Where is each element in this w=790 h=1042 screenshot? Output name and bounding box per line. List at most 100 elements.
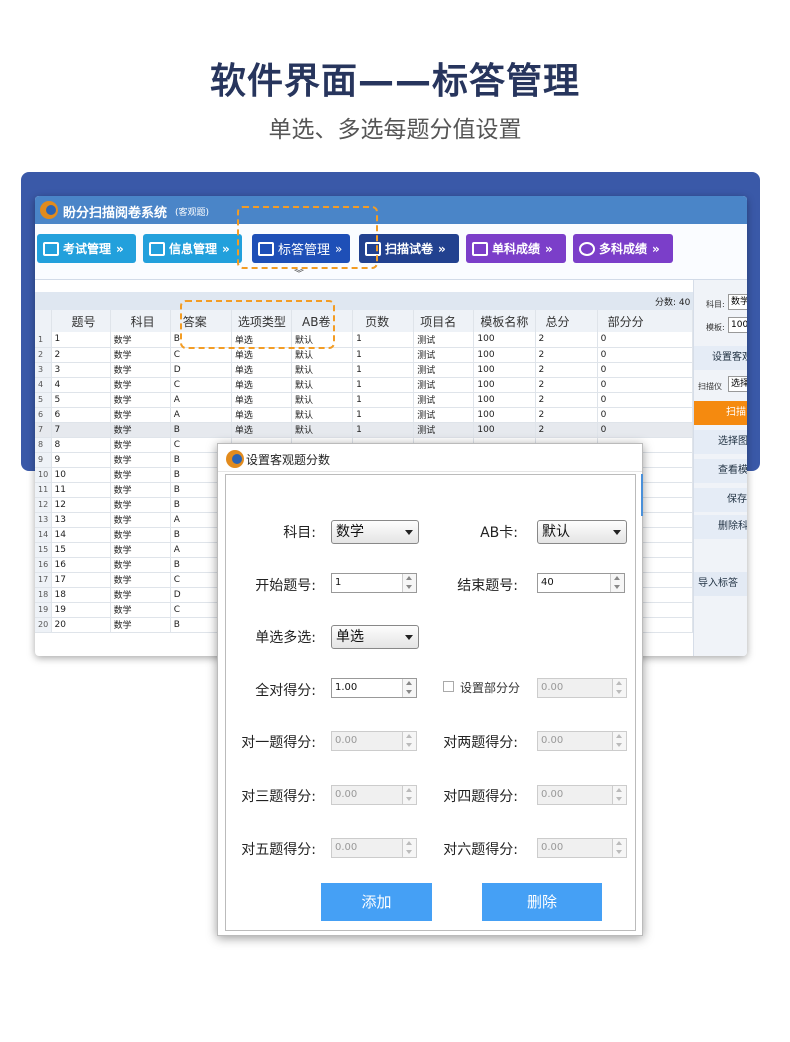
nav-exam-management[interactable]: 考试管理 » [37, 234, 136, 263]
spin-arrows-icon[interactable] [402, 574, 416, 592]
import-answers-button[interactable]: 导入标答 [694, 572, 747, 596]
nav-info-management[interactable]: 信息管理 » [143, 234, 242, 263]
view-template-button[interactable]: 查看模 [694, 459, 747, 483]
subject-select[interactable]: 数学 [728, 294, 747, 310]
save-button[interactable]: 保存 [694, 488, 747, 512]
spin-arrows-icon[interactable] [612, 839, 626, 857]
one-correct-stepper[interactable]: 0.00 [331, 731, 417, 751]
table-cell: 单选 [231, 407, 293, 423]
row-number: 10 [35, 467, 52, 483]
app-titlebar: 盼分扫描阅卷系统 (客观题) [35, 196, 747, 224]
partial-score-checkbox[interactable] [443, 681, 454, 692]
template-select[interactable]: 100 [728, 317, 747, 333]
stepper-value: 1.00 [335, 682, 358, 693]
row-number: 6 [35, 407, 52, 423]
row-number: 14 [35, 527, 52, 543]
table-cell: 1 [352, 362, 415, 378]
stepper-value: 0.00 [541, 735, 564, 746]
spin-arrows-icon[interactable] [612, 679, 626, 697]
end-number-stepper[interactable]: 40 [537, 573, 625, 593]
row-number: 5 [35, 392, 52, 408]
table-cell: 15 [51, 542, 111, 558]
table-row[interactable]: 6 6 数学 A 单选 默认 1 测试 100 2 0 [35, 407, 694, 423]
delete-subject-button[interactable]: 删除科 [694, 515, 747, 539]
table-cell: 3 [51, 362, 111, 378]
row-number: 11 [35, 482, 52, 498]
table-cell: 数学 [110, 467, 171, 483]
row-number: 4 [35, 377, 52, 393]
table-cell: 测试 [413, 332, 475, 348]
six-correct-stepper[interactable]: 0.00 [537, 838, 627, 858]
end-number-label: 结束题号: [457, 578, 518, 594]
column-header: 页数 [352, 310, 415, 332]
table-cell: 100 [473, 332, 536, 348]
spin-arrows-icon[interactable] [610, 574, 624, 592]
table-cell: 1 [352, 407, 415, 423]
table-cell: 测试 [413, 377, 475, 393]
delete-button[interactable]: 删除 [482, 883, 602, 921]
nav-multi-subject-scores[interactable]: 多科成绩 » [573, 234, 673, 263]
table-row[interactable]: 1 1 数学 B 单选 默认 1 测试 100 2 0 [35, 332, 694, 348]
nav-label: 单科成绩 [492, 242, 541, 256]
table-row[interactable]: 7 7 数学 B 单选 默认 1 测试 100 2 0 [35, 422, 694, 438]
set-objective-button[interactable]: 设置客观 [694, 346, 747, 370]
scan-button[interactable]: 扫描 [694, 401, 747, 425]
highlight-columns-box [180, 300, 335, 349]
spin-arrows-icon[interactable] [402, 839, 416, 857]
spin-arrows-icon[interactable] [402, 732, 416, 750]
five-correct-stepper[interactable]: 0.00 [331, 838, 417, 858]
spin-arrows-icon[interactable] [402, 786, 416, 804]
table-row[interactable]: 5 5 数学 A 单选 默认 1 测试 100 2 0 [35, 392, 694, 408]
nav-single-subject-scores[interactable]: 单科成绩 » [466, 234, 566, 263]
table-cell: 单选 [231, 422, 293, 438]
table-cell: 20 [51, 617, 111, 633]
grid-header: 题号 科目 答案 选项类型 AB卷 页数 项目名 模板名称 总分 部分分 [35, 310, 694, 332]
chevron-down-icon [613, 530, 621, 535]
scanner-select[interactable]: 选择 [728, 376, 747, 392]
table-cell: 测试 [413, 407, 475, 423]
table-cell: 7 [51, 422, 111, 438]
right-panel: 科目: 数学 模板: 100 设置客观 扫描仪 选择 扫描 选择图 查看模 保存… [693, 280, 747, 656]
spin-arrows-icon[interactable] [612, 732, 626, 750]
grid-toolbar [35, 292, 693, 310]
subject-combo[interactable]: 数学 [331, 520, 419, 544]
ab-card-combo[interactable]: 默认 [537, 520, 627, 544]
choice-type-combo[interactable]: 单选 [331, 625, 419, 649]
three-correct-stepper[interactable]: 0.00 [331, 785, 417, 805]
full-score-stepper[interactable]: 1.00 [331, 678, 417, 698]
table-cell: 数学 [110, 572, 171, 588]
table-cell: 1 [352, 422, 415, 438]
select-image-button[interactable]: 选择图 [694, 430, 747, 454]
add-button[interactable]: 添加 [321, 883, 432, 921]
start-number-stepper[interactable]: 1 [331, 573, 417, 593]
nav-label: 多科成绩 [599, 242, 648, 256]
ab-card-label: AB卡: [480, 525, 518, 541]
column-header: 总分 [535, 310, 598, 332]
table-row[interactable]: 2 2 数学 C 单选 默认 1 测试 100 2 0 [35, 347, 694, 363]
four-correct-label: 对四题得分: [443, 789, 518, 805]
table-row[interactable]: 4 4 数学 C 单选 默认 1 测试 100 2 0 [35, 377, 694, 393]
spin-arrows-icon[interactable] [612, 786, 626, 804]
wallet-icon [472, 241, 488, 256]
row-number: 3 [35, 362, 52, 378]
table-cell: 13 [51, 512, 111, 528]
partial-score-stepper[interactable]: 0.00 [537, 678, 627, 698]
row-number: 2 [35, 347, 52, 363]
table-cell: 100 [473, 407, 536, 423]
table-row[interactable]: 3 3 数学 D 单选 默认 1 测试 100 2 0 [35, 362, 694, 378]
table-cell: 数学 [110, 452, 171, 468]
spin-arrows-icon[interactable] [402, 679, 416, 697]
table-cell: 数学 [110, 617, 171, 633]
table-cell: 10 [51, 467, 111, 483]
two-correct-label: 对两题得分: [443, 735, 518, 751]
stepper-value: 1 [335, 577, 342, 588]
table-cell: 100 [473, 422, 536, 438]
table-cell: 数学 [110, 512, 171, 528]
table-cell: 数学 [110, 362, 171, 378]
chevron-down-icon [405, 530, 413, 535]
table-cell: 数学 [110, 332, 171, 348]
row-number: 9 [35, 452, 52, 468]
table-cell: 0 [597, 392, 694, 408]
four-correct-stepper[interactable]: 0.00 [537, 785, 627, 805]
two-correct-stepper[interactable]: 0.00 [537, 731, 627, 751]
